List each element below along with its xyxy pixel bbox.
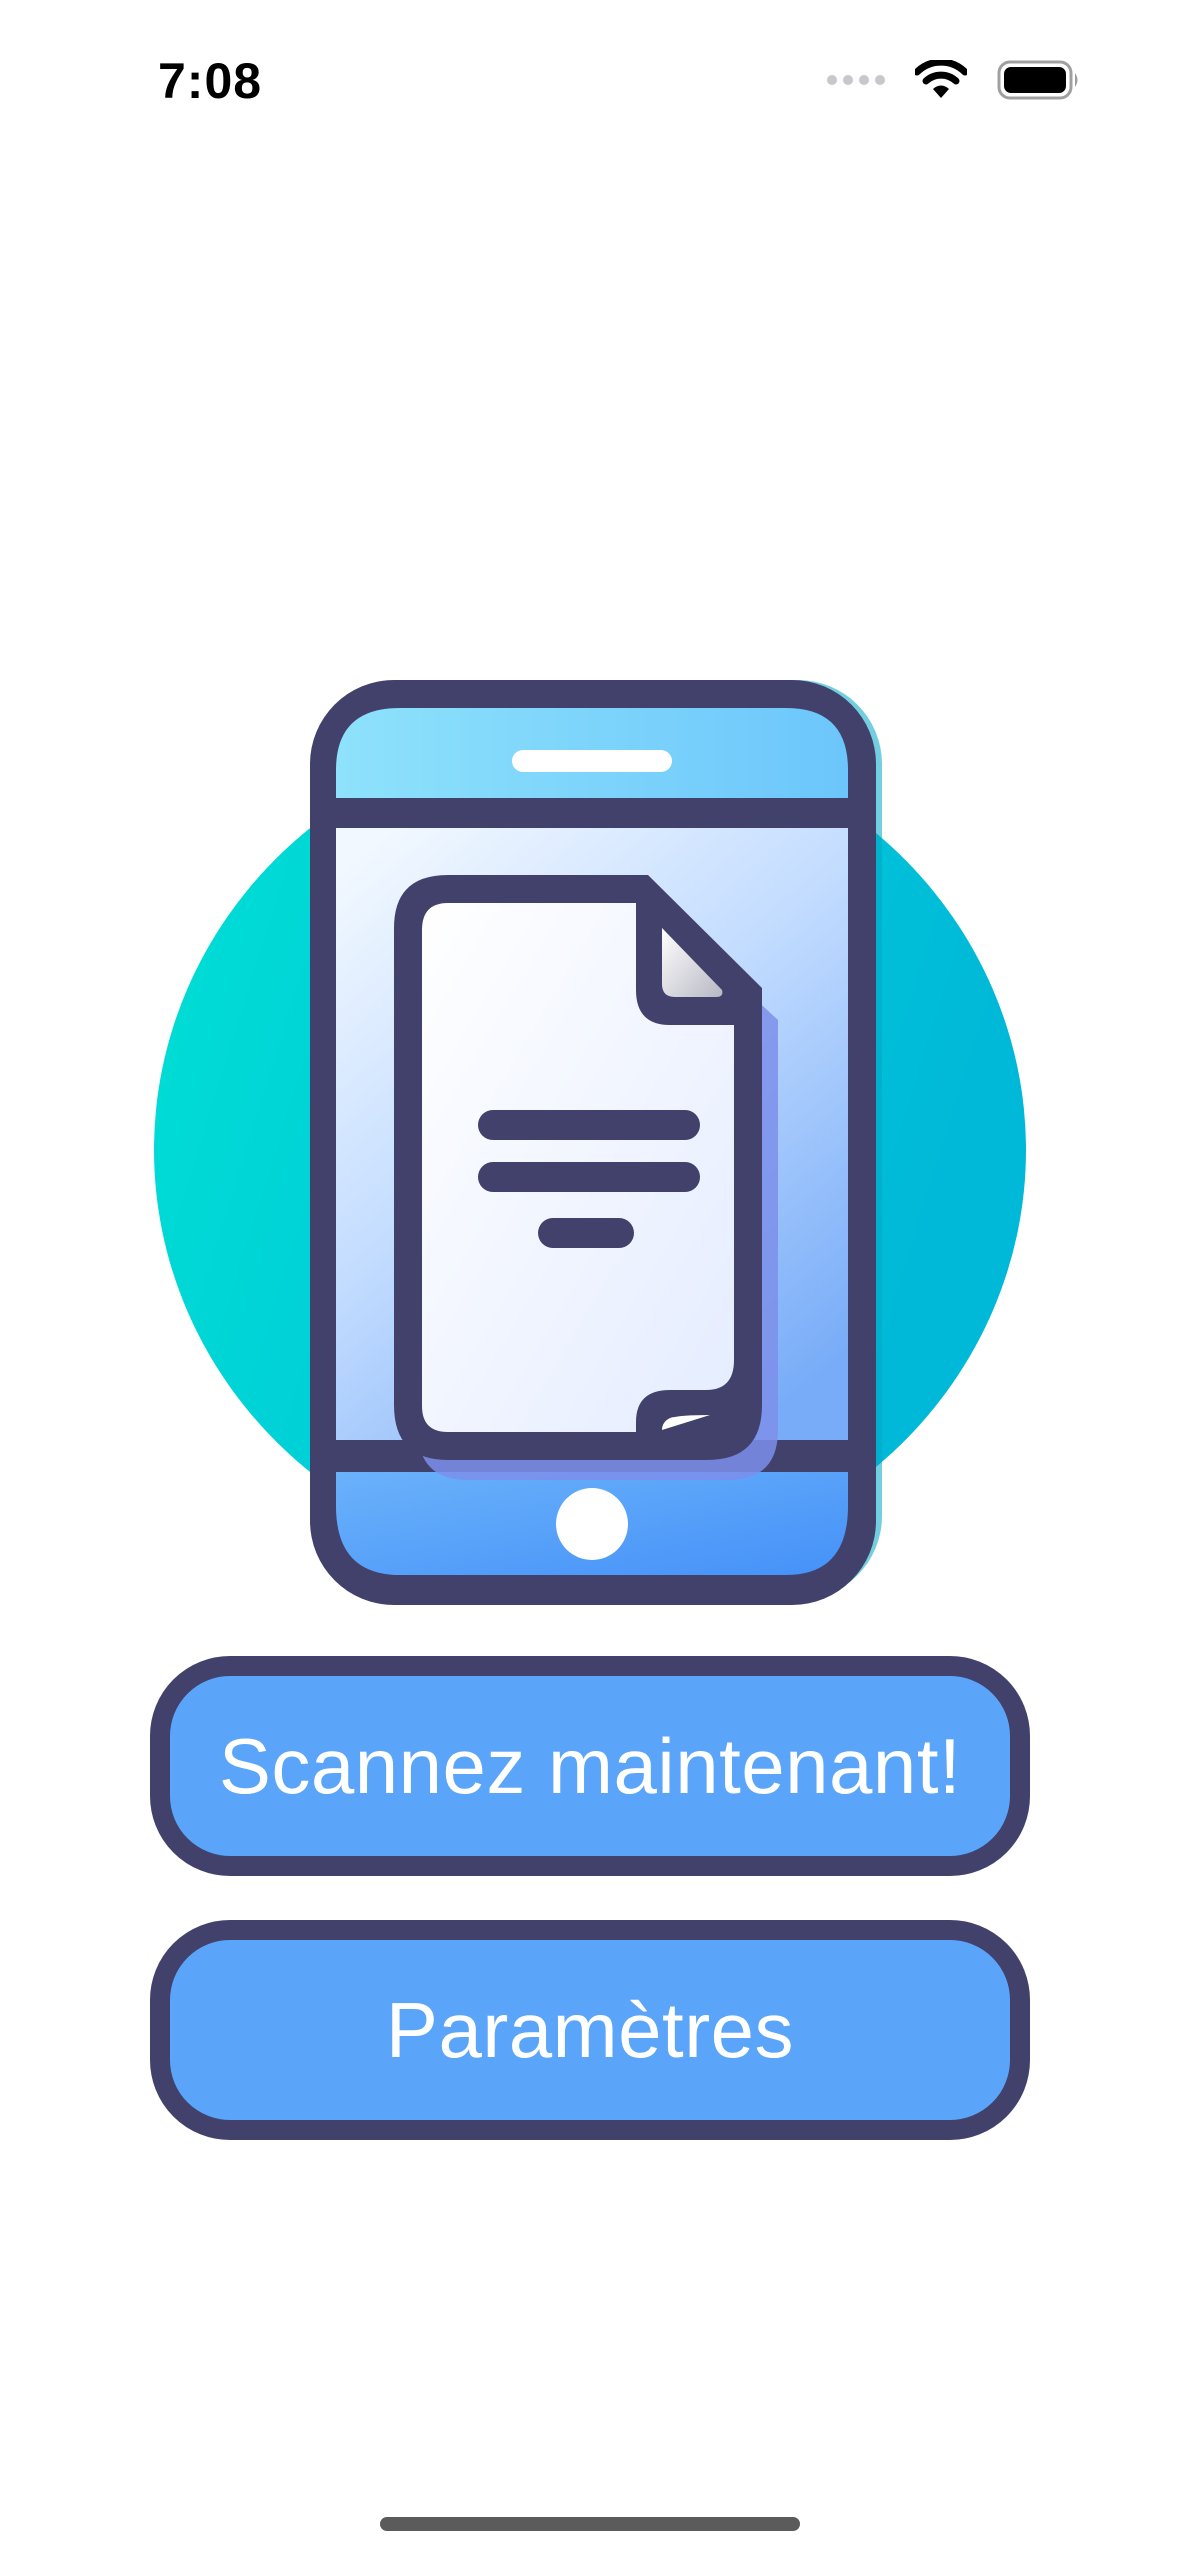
cellular-signal-icon [827, 75, 885, 85]
battery-icon [997, 60, 1078, 100]
wifi-icon [915, 60, 967, 98]
status-bar: 7:08 [0, 0, 1179, 150]
scan-now-button[interactable]: Scannez maintenant! [150, 1656, 1030, 1876]
status-time: 7:08 [158, 53, 263, 109]
settings-button[interactable]: Paramètres [150, 1920, 1030, 2140]
phone-document-icon [154, 680, 1026, 1605]
home-indicator[interactable] [380, 2517, 800, 2531]
status-icons [827, 60, 1081, 100]
